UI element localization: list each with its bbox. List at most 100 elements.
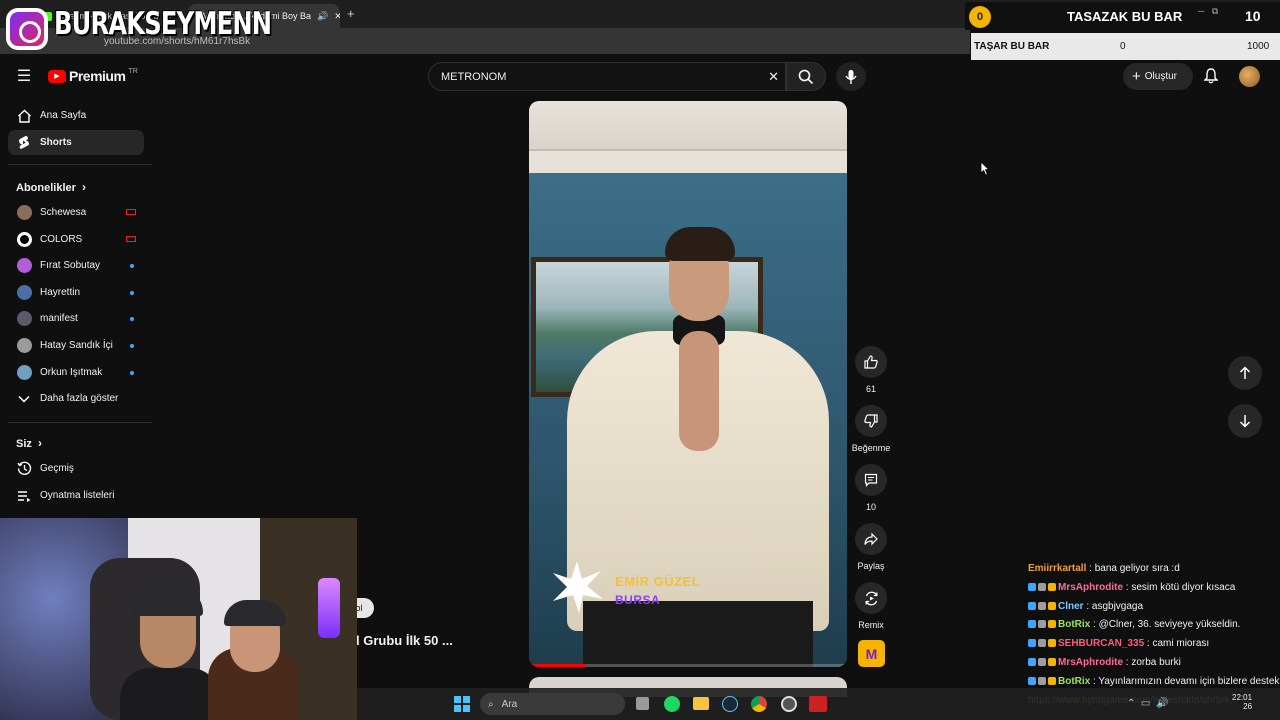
- chat-text: : asgbjvgaga: [1086, 600, 1144, 612]
- create-button[interactable]: + Oluştur: [1123, 63, 1193, 90]
- like-action[interactable]: 61: [853, 346, 889, 394]
- system-tray-icons[interactable]: ⌃ ▭ 🔊: [1127, 698, 1168, 709]
- chat-badge-icon: [1028, 582, 1036, 591]
- show-more-button[interactable]: Daha fazla göster: [8, 386, 144, 411]
- microphone-light: [318, 578, 340, 638]
- sidebar-item-playlists[interactable]: Oynatma listeleri: [8, 483, 144, 508]
- sidebar-item-subscription[interactable]: Hayrettin: [8, 280, 144, 305]
- sidebar-item-history[interactable]: Geçmiş: [8, 456, 144, 481]
- channel-avatar: [8, 205, 40, 220]
- file-explorer-icon[interactable]: [693, 697, 709, 710]
- steam-icon[interactable]: [722, 696, 738, 712]
- chat-message: SEHBURCAN_335 : cami miorası: [1028, 635, 1280, 654]
- playlist-icon: [8, 490, 40, 502]
- new-content-dot: [130, 370, 134, 375]
- chat-badge-icon: [1048, 639, 1056, 648]
- next-short-button[interactable]: [1228, 404, 1262, 438]
- remix-action[interactable]: Remix: [853, 582, 889, 630]
- search-input[interactable]: METRONOM ✕: [428, 62, 786, 91]
- sidebar-item-label: Hayrettin: [40, 286, 81, 298]
- short-video-player[interactable]: EMİR GÜZEL BURSA: [529, 101, 847, 667]
- chat-text: : Yayınlarımızın devamı için bizlere des…: [1093, 675, 1280, 687]
- chat-username[interactable]: Clner: [1058, 601, 1084, 612]
- speaker-icon[interactable]: 🔊: [317, 11, 328, 22]
- chat-username[interactable]: Emiirrkartall: [1028, 563, 1086, 574]
- share-action[interactable]: Paylaş: [853, 523, 889, 571]
- taskbar-search[interactable]: ⌕ Ara: [480, 693, 625, 715]
- sidebar-item-subscription[interactable]: COLORS: [8, 227, 144, 252]
- audio-source-thumbnail[interactable]: M: [858, 640, 885, 667]
- comment-icon[interactable]: [855, 464, 887, 496]
- subscriptions-heading[interactable]: Abonelikler ›: [16, 180, 86, 194]
- previous-short-button[interactable]: [1228, 356, 1262, 390]
- overlay-name: EMİR GÜZEL: [615, 574, 701, 589]
- spotify-icon[interactable]: [664, 696, 680, 712]
- taskbar-search-label: Ara: [501, 698, 518, 710]
- chat-username[interactable]: MrsAphrodite: [1058, 582, 1123, 593]
- new-tab-icon[interactable]: +: [347, 6, 355, 21]
- share-icon[interactable]: [855, 523, 887, 555]
- chat-username[interactable]: MrsAphrodite: [1058, 657, 1123, 668]
- windows-start-icon[interactable]: [454, 696, 470, 712]
- sidebar-item-subscription[interactable]: Hatay Sandık İçi: [8, 333, 144, 358]
- tab-close-icon[interactable]: ✕: [334, 11, 340, 22]
- sidebar-item-label: Shorts: [40, 137, 72, 148]
- video-progress-fill: [529, 664, 587, 667]
- chat-message: MrsAphrodite : sesim kötü diyor kısaca: [1028, 579, 1280, 598]
- like-count: 61: [865, 384, 876, 394]
- task-view-icon[interactable]: [636, 697, 649, 710]
- donation-bar-progress: TAŞAR BU BAR 0 1000: [971, 33, 1280, 60]
- chat-username[interactable]: SEHBURCAN_335: [1058, 638, 1144, 649]
- clear-search-icon[interactable]: ✕: [768, 69, 779, 85]
- second-headset: [224, 600, 286, 626]
- chevron-right-icon: ›: [37, 436, 42, 450]
- new-content-dot: [130, 290, 134, 295]
- thumbs-up-icon[interactable]: [855, 346, 887, 378]
- history-icon: [8, 461, 40, 476]
- sidebar-item-label: Orkun Işıtmak: [40, 366, 103, 378]
- sidebar-divider: [8, 164, 152, 165]
- user-avatar[interactable]: [1239, 66, 1260, 87]
- chevron-right-icon: ›: [81, 180, 86, 194]
- show-more-label: Daha fazla göster: [40, 393, 119, 404]
- chrome-icon[interactable]: [751, 696, 767, 712]
- sidebar-item-label: Schewesa: [40, 207, 87, 218]
- hamburger-menu-icon[interactable]: ☰: [14, 66, 34, 86]
- sidebar-item-label: manifest: [40, 313, 78, 325]
- app-icon[interactable]: [809, 696, 827, 712]
- donation-bar-min: 0: [1120, 41, 1126, 52]
- chat-username[interactable]: BotRix: [1058, 619, 1090, 630]
- taskbar-clock[interactable]: 22:01 26: [1232, 693, 1252, 711]
- chat-username[interactable]: BotRix: [1058, 676, 1090, 687]
- search-button[interactable]: [786, 62, 826, 91]
- obs-icon[interactable]: [781, 696, 797, 712]
- thumbs-down-icon[interactable]: [855, 405, 887, 437]
- sidebar-item-shorts[interactable]: Shorts: [8, 130, 144, 155]
- chat-badge-icon: [1048, 601, 1056, 610]
- chat-badge-icon: [1028, 657, 1036, 666]
- chat-badge-icon: [1028, 676, 1036, 685]
- voice-search-button[interactable]: [836, 62, 866, 91]
- comments-action[interactable]: 10: [853, 464, 889, 512]
- clock-date: 26: [1243, 702, 1253, 711]
- sidebar-item-home[interactable]: Ana Sayfa: [8, 103, 144, 128]
- remix-icon[interactable]: [855, 582, 887, 614]
- channel-avatar: [8, 364, 40, 380]
- chat-badge-icon: [1038, 639, 1046, 648]
- coin-icon: 0: [969, 6, 991, 28]
- youtube-logo[interactable]: ▶ Premium TR: [48, 68, 138, 84]
- sidebar-item-label: COLORS: [40, 233, 83, 245]
- sidebar-item-subscription[interactable]: Orkun Işıtmak: [8, 360, 144, 385]
- sidebar-item-subscription[interactable]: Schewesa: [8, 200, 144, 225]
- sidebar-item-subscription[interactable]: manifest: [8, 306, 144, 331]
- video-progress-track[interactable]: [529, 664, 847, 667]
- chat-badge-icon: [1038, 582, 1046, 591]
- dislike-action[interactable]: Beğenme: [845, 405, 897, 453]
- you-heading[interactable]: Siz ›: [16, 436, 42, 450]
- previous-short-title[interactable]: l Grubu İlk 50 ...: [356, 633, 453, 648]
- sidebar-item-subscription[interactable]: Fırat Sobutay: [8, 253, 144, 278]
- person-hair: [665, 227, 735, 261]
- notifications-bell-icon[interactable]: [1202, 67, 1220, 85]
- sidebar-item-label: Geçmiş: [40, 463, 74, 474]
- channel-avatar: [8, 258, 40, 274]
